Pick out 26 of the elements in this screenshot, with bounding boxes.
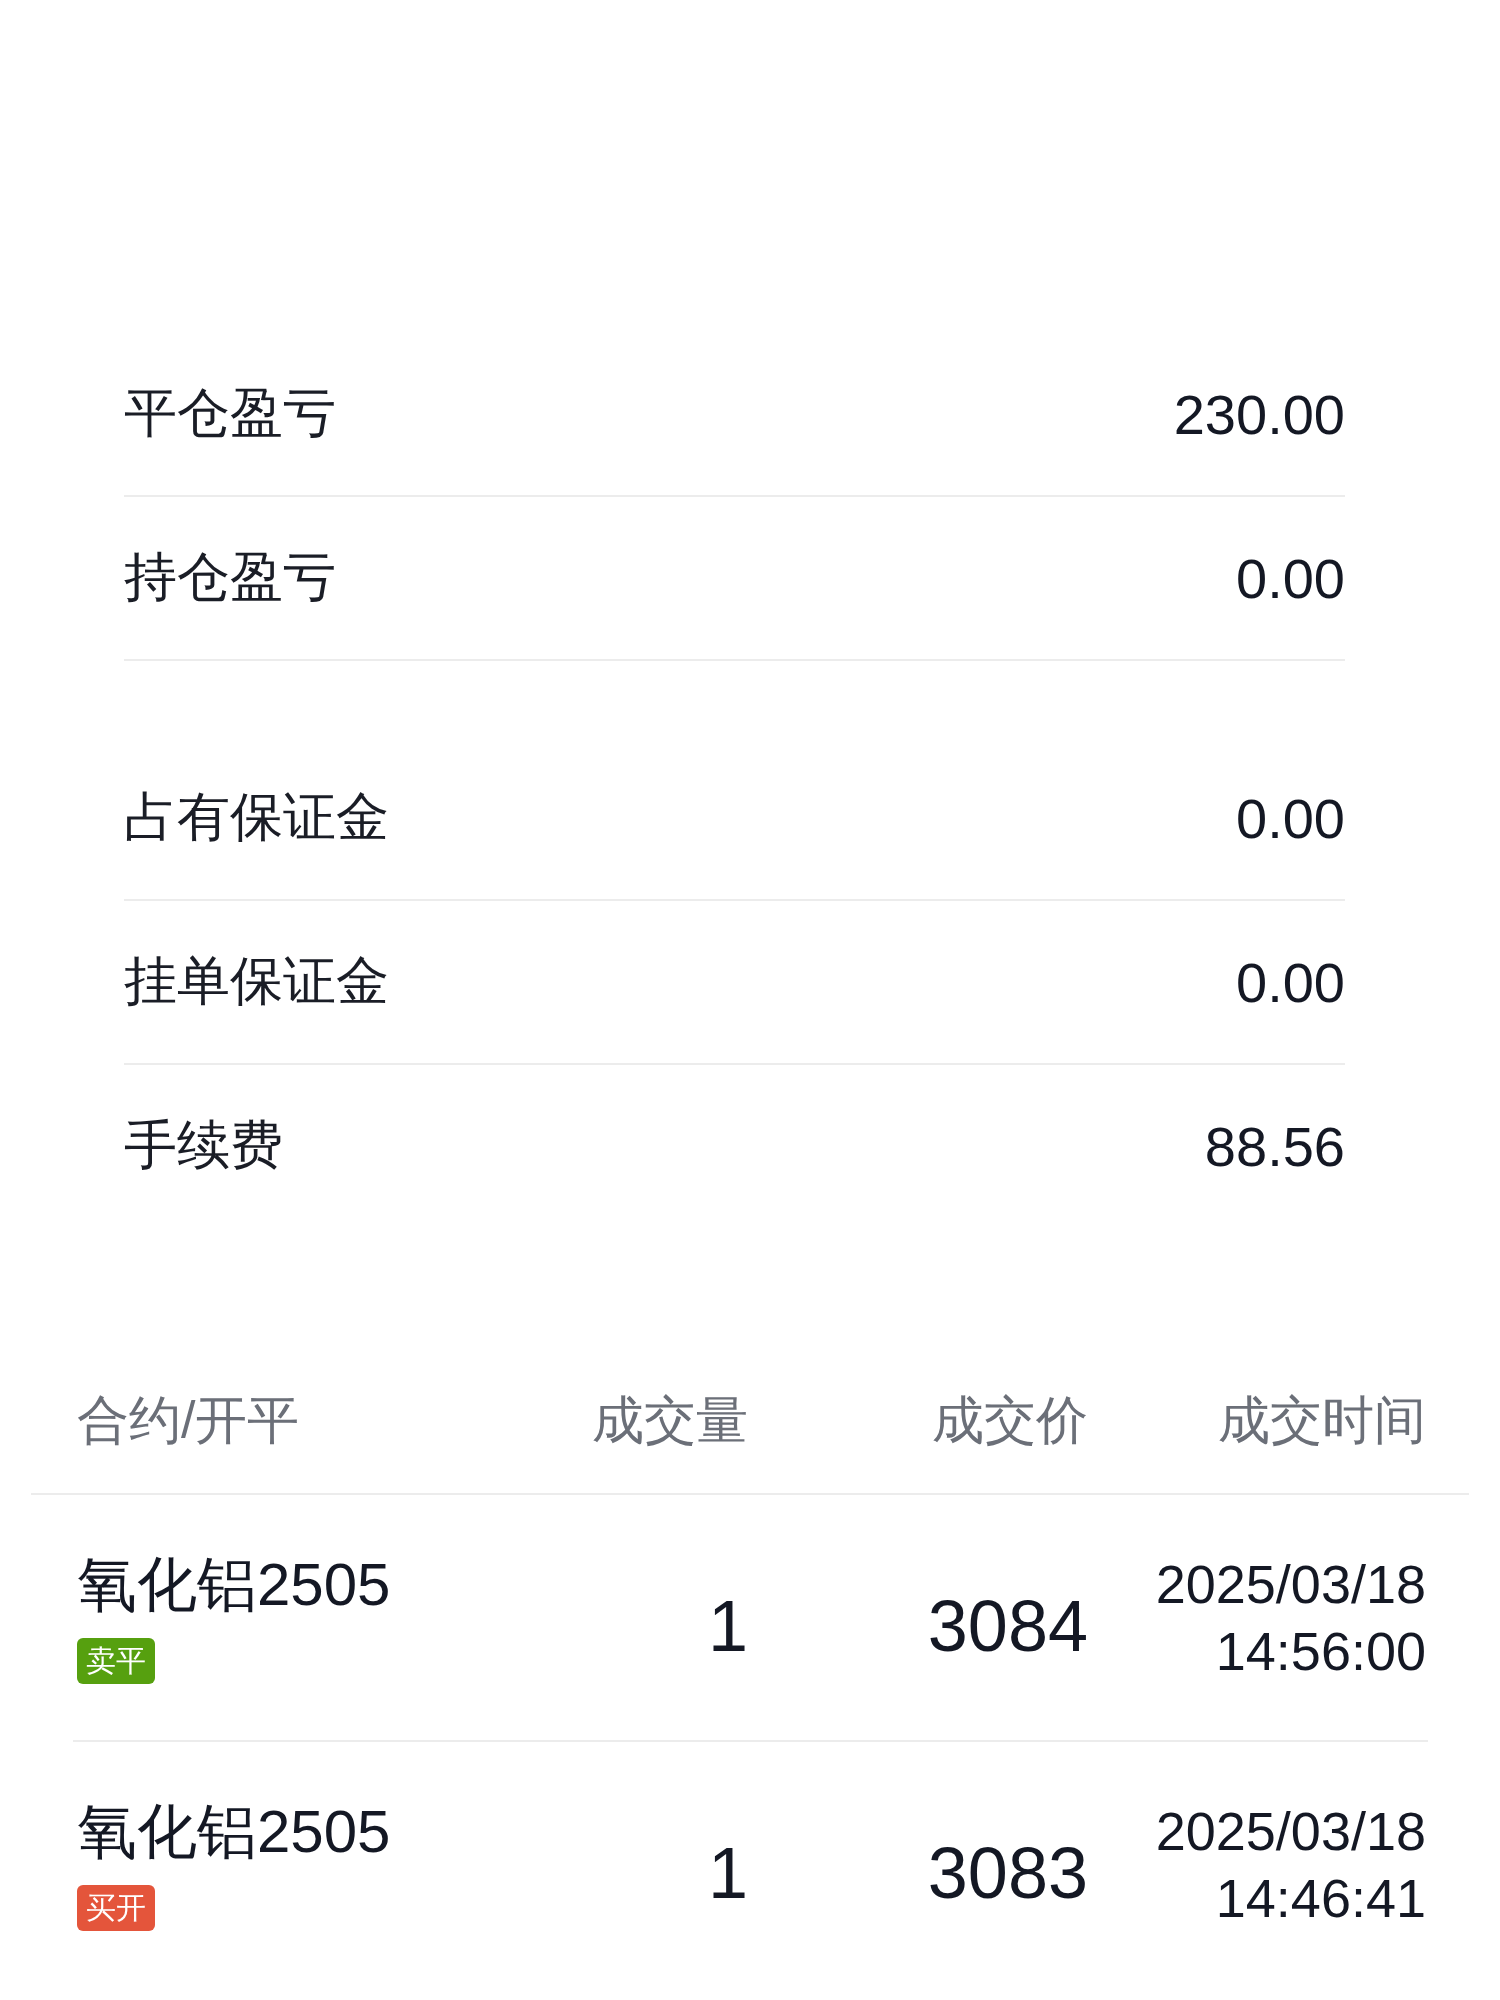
column-header: 合约/开平 (77, 1390, 301, 1451)
trade-time: 14:56:00 (1215, 1619, 1426, 1683)
trade-type-tag: 卖平 (77, 1638, 155, 1684)
summary-value: 0.00 (1236, 785, 1345, 851)
summary-label: 手续费 (124, 1114, 283, 1176)
trade-date: 2025/03/18 (1155, 1799, 1426, 1863)
contract-name: 氧化铝2505 (77, 1797, 391, 1867)
summary-value: 88.56 (1204, 1113, 1345, 1179)
summary-label: 挂单保证金 (124, 950, 389, 1012)
trade-time: 14:46:41 (1215, 1866, 1426, 1930)
summary-label: 占有保证金 (124, 786, 389, 848)
summary-label: 平仓盈亏 (124, 382, 336, 444)
summary-value: 230.00 (1173, 381, 1345, 447)
trade-date: 2025/03/18 (1155, 1552, 1426, 1616)
summary-value: 0.00 (1236, 545, 1345, 611)
volume-value: 1 (707, 1584, 748, 1667)
summary-value: 0.00 (1236, 949, 1345, 1015)
column-header: 成交价 (931, 1390, 1088, 1451)
summary-label: 持仓盈亏 (124, 546, 336, 608)
trade-type-tag: 买开 (77, 1885, 155, 1931)
column-header: 成交时间 (1217, 1390, 1426, 1451)
column-header: 成交量 (591, 1390, 748, 1451)
contract-name: 氧化铝2505 (77, 1550, 391, 1620)
volume-value: 1 (707, 1831, 748, 1914)
price-value: 3084 (927, 1584, 1088, 1667)
price-value: 3083 (927, 1831, 1088, 1914)
